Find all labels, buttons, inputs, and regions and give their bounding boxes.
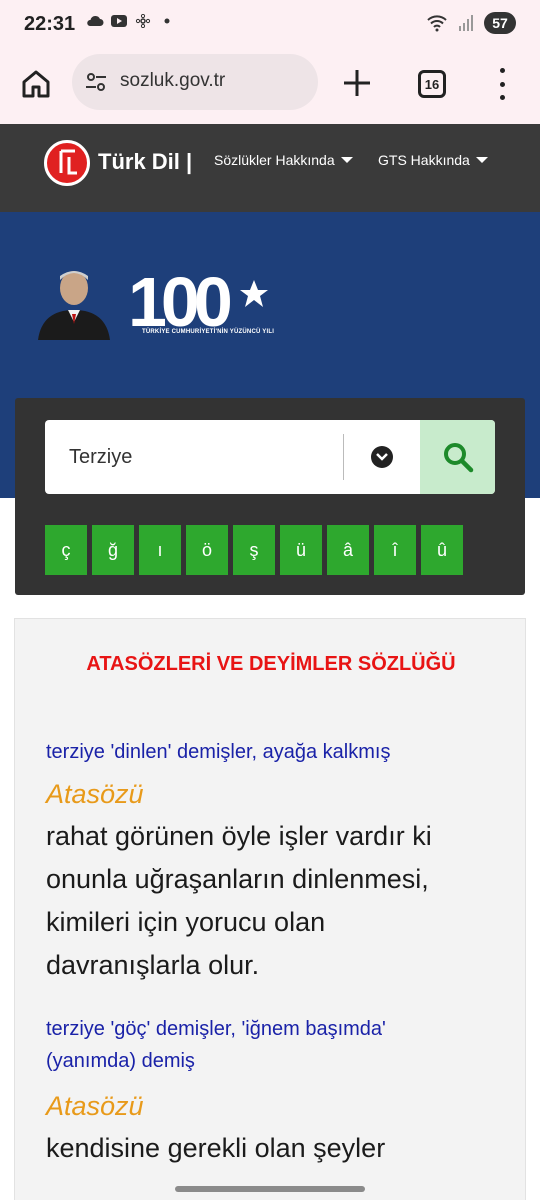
- letter-button[interactable]: ğ: [92, 525, 134, 575]
- letter-button[interactable]: î: [374, 525, 416, 575]
- tdk-emblem-icon: [59, 149, 77, 175]
- headword-line: (yanımda) demiş: [46, 1050, 195, 1072]
- browser-toolbar: sozluk.gov.tr 16: [0, 48, 540, 124]
- menu-dot: [499, 68, 505, 73]
- entry-type: Atasözü: [46, 779, 144, 809]
- search-icon: [443, 443, 473, 473]
- search-box: [45, 420, 495, 494]
- definition-line: kimileri için yorucu olan: [46, 907, 326, 937]
- address-bar[interactable]: sozluk.gov.tr: [72, 54, 318, 110]
- site-navbar: Türk Dil | Sözlükler Hakkında GTS Hakkın…: [0, 124, 540, 212]
- letter-button[interactable]: â: [327, 525, 369, 575]
- status-bar: 22:31 57: [0, 0, 540, 48]
- entry-type: Atasözü: [46, 1091, 144, 1121]
- cloud-icon: [87, 15, 104, 26]
- gesture-bar[interactable]: [175, 1186, 365, 1192]
- tab-switcher-button[interactable]: 16: [418, 70, 446, 98]
- headword-line: terziye 'göç' demişler, 'iğnem başımda': [46, 1018, 386, 1040]
- site-settings-icon[interactable]: [84, 70, 108, 94]
- url-text[interactable]: sozluk.gov.tr: [120, 70, 225, 92]
- chevron-down-icon: [371, 446, 393, 468]
- new-tab-icon[interactable]: [340, 66, 374, 100]
- entry-headword[interactable]: terziye 'göç' demişler, 'iğnem başımda' …: [46, 1013, 386, 1077]
- wifi-icon: [427, 15, 447, 32]
- definition-line: davranışlarla olur.: [46, 950, 260, 980]
- dictionary-title: ATASÖZLERİ VE DEYİMLER SÖZLÜĞÜ: [86, 653, 456, 675]
- letter-button[interactable]: ş: [233, 525, 275, 575]
- nav-gts-hakkinda[interactable]: GTS Hakkında: [378, 152, 488, 168]
- signal-icon: [459, 15, 473, 31]
- status-time: 22:31: [24, 13, 76, 35]
- star-icon: [240, 280, 268, 307]
- status-right-icons: 57: [426, 12, 516, 34]
- menu-dot: [499, 81, 505, 87]
- fan-icon: [135, 14, 151, 28]
- caret-down-icon: [475, 157, 488, 163]
- letter-button[interactable]: ö: [186, 525, 228, 575]
- letter-button[interactable]: ç: [45, 525, 87, 575]
- dictionary-select[interactable]: [344, 420, 420, 494]
- tdk-logo-icon[interactable]: [44, 140, 90, 186]
- special-letters: ç ğ ı ö ş ü â î û: [45, 525, 463, 575]
- ataturk-portrait-icon: [38, 271, 110, 340]
- home-icon[interactable]: [18, 66, 54, 102]
- definition-line: rahat görünen öyle işler vardır ki: [46, 821, 432, 851]
- menu-dot: [499, 95, 505, 100]
- dot-icon: [164, 18, 170, 24]
- search-input[interactable]: [45, 420, 343, 494]
- definition-line: kendisine gerekli olan şeyler: [46, 1133, 386, 1163]
- entry-definition: kendisine gerekli olan şeyler: [46, 1127, 516, 1170]
- results-panel: ATASÖZLERİ VE DEYİMLER SÖZLÜĞÜ terziye '…: [14, 618, 526, 1200]
- battery-icon: 57: [484, 12, 516, 34]
- definition-line: onunla uğraşanların dinlenmesi,: [46, 864, 429, 894]
- headword-line: terziye 'dinlen' demişler, ayağa kalkmış: [46, 741, 391, 763]
- nav-link-label: Sözlükler Hakkında: [214, 152, 335, 168]
- letter-button[interactable]: û: [421, 525, 463, 575]
- entry-definition: rahat görünen öyle işler vardır ki onunl…: [46, 815, 516, 987]
- nav-link-label: GTS Hakkında: [378, 152, 470, 168]
- nav-sozlukler-hakkinda[interactable]: Sözlükler Hakkında: [214, 152, 353, 168]
- status-left-icons: [86, 14, 176, 28]
- caret-down-icon: [340, 157, 353, 163]
- search-button[interactable]: [420, 420, 495, 494]
- browser-menu-icon[interactable]: [492, 68, 512, 100]
- search-panel: ç ğ ı ö ş ü â î û: [15, 398, 525, 595]
- letter-button[interactable]: ı: [139, 525, 181, 575]
- letter-button[interactable]: ü: [280, 525, 322, 575]
- centennial-subtitle: TÜRKİYE CUMHURİYETİ'NİN YÜZÜNCÜ YILI: [142, 329, 275, 335]
- youtube-icon: [111, 15, 127, 27]
- site-logo-text[interactable]: Türk Dil |: [98, 149, 192, 175]
- entry-headword[interactable]: terziye 'dinlen' demişler, ayağa kalkmış: [46, 736, 390, 768]
